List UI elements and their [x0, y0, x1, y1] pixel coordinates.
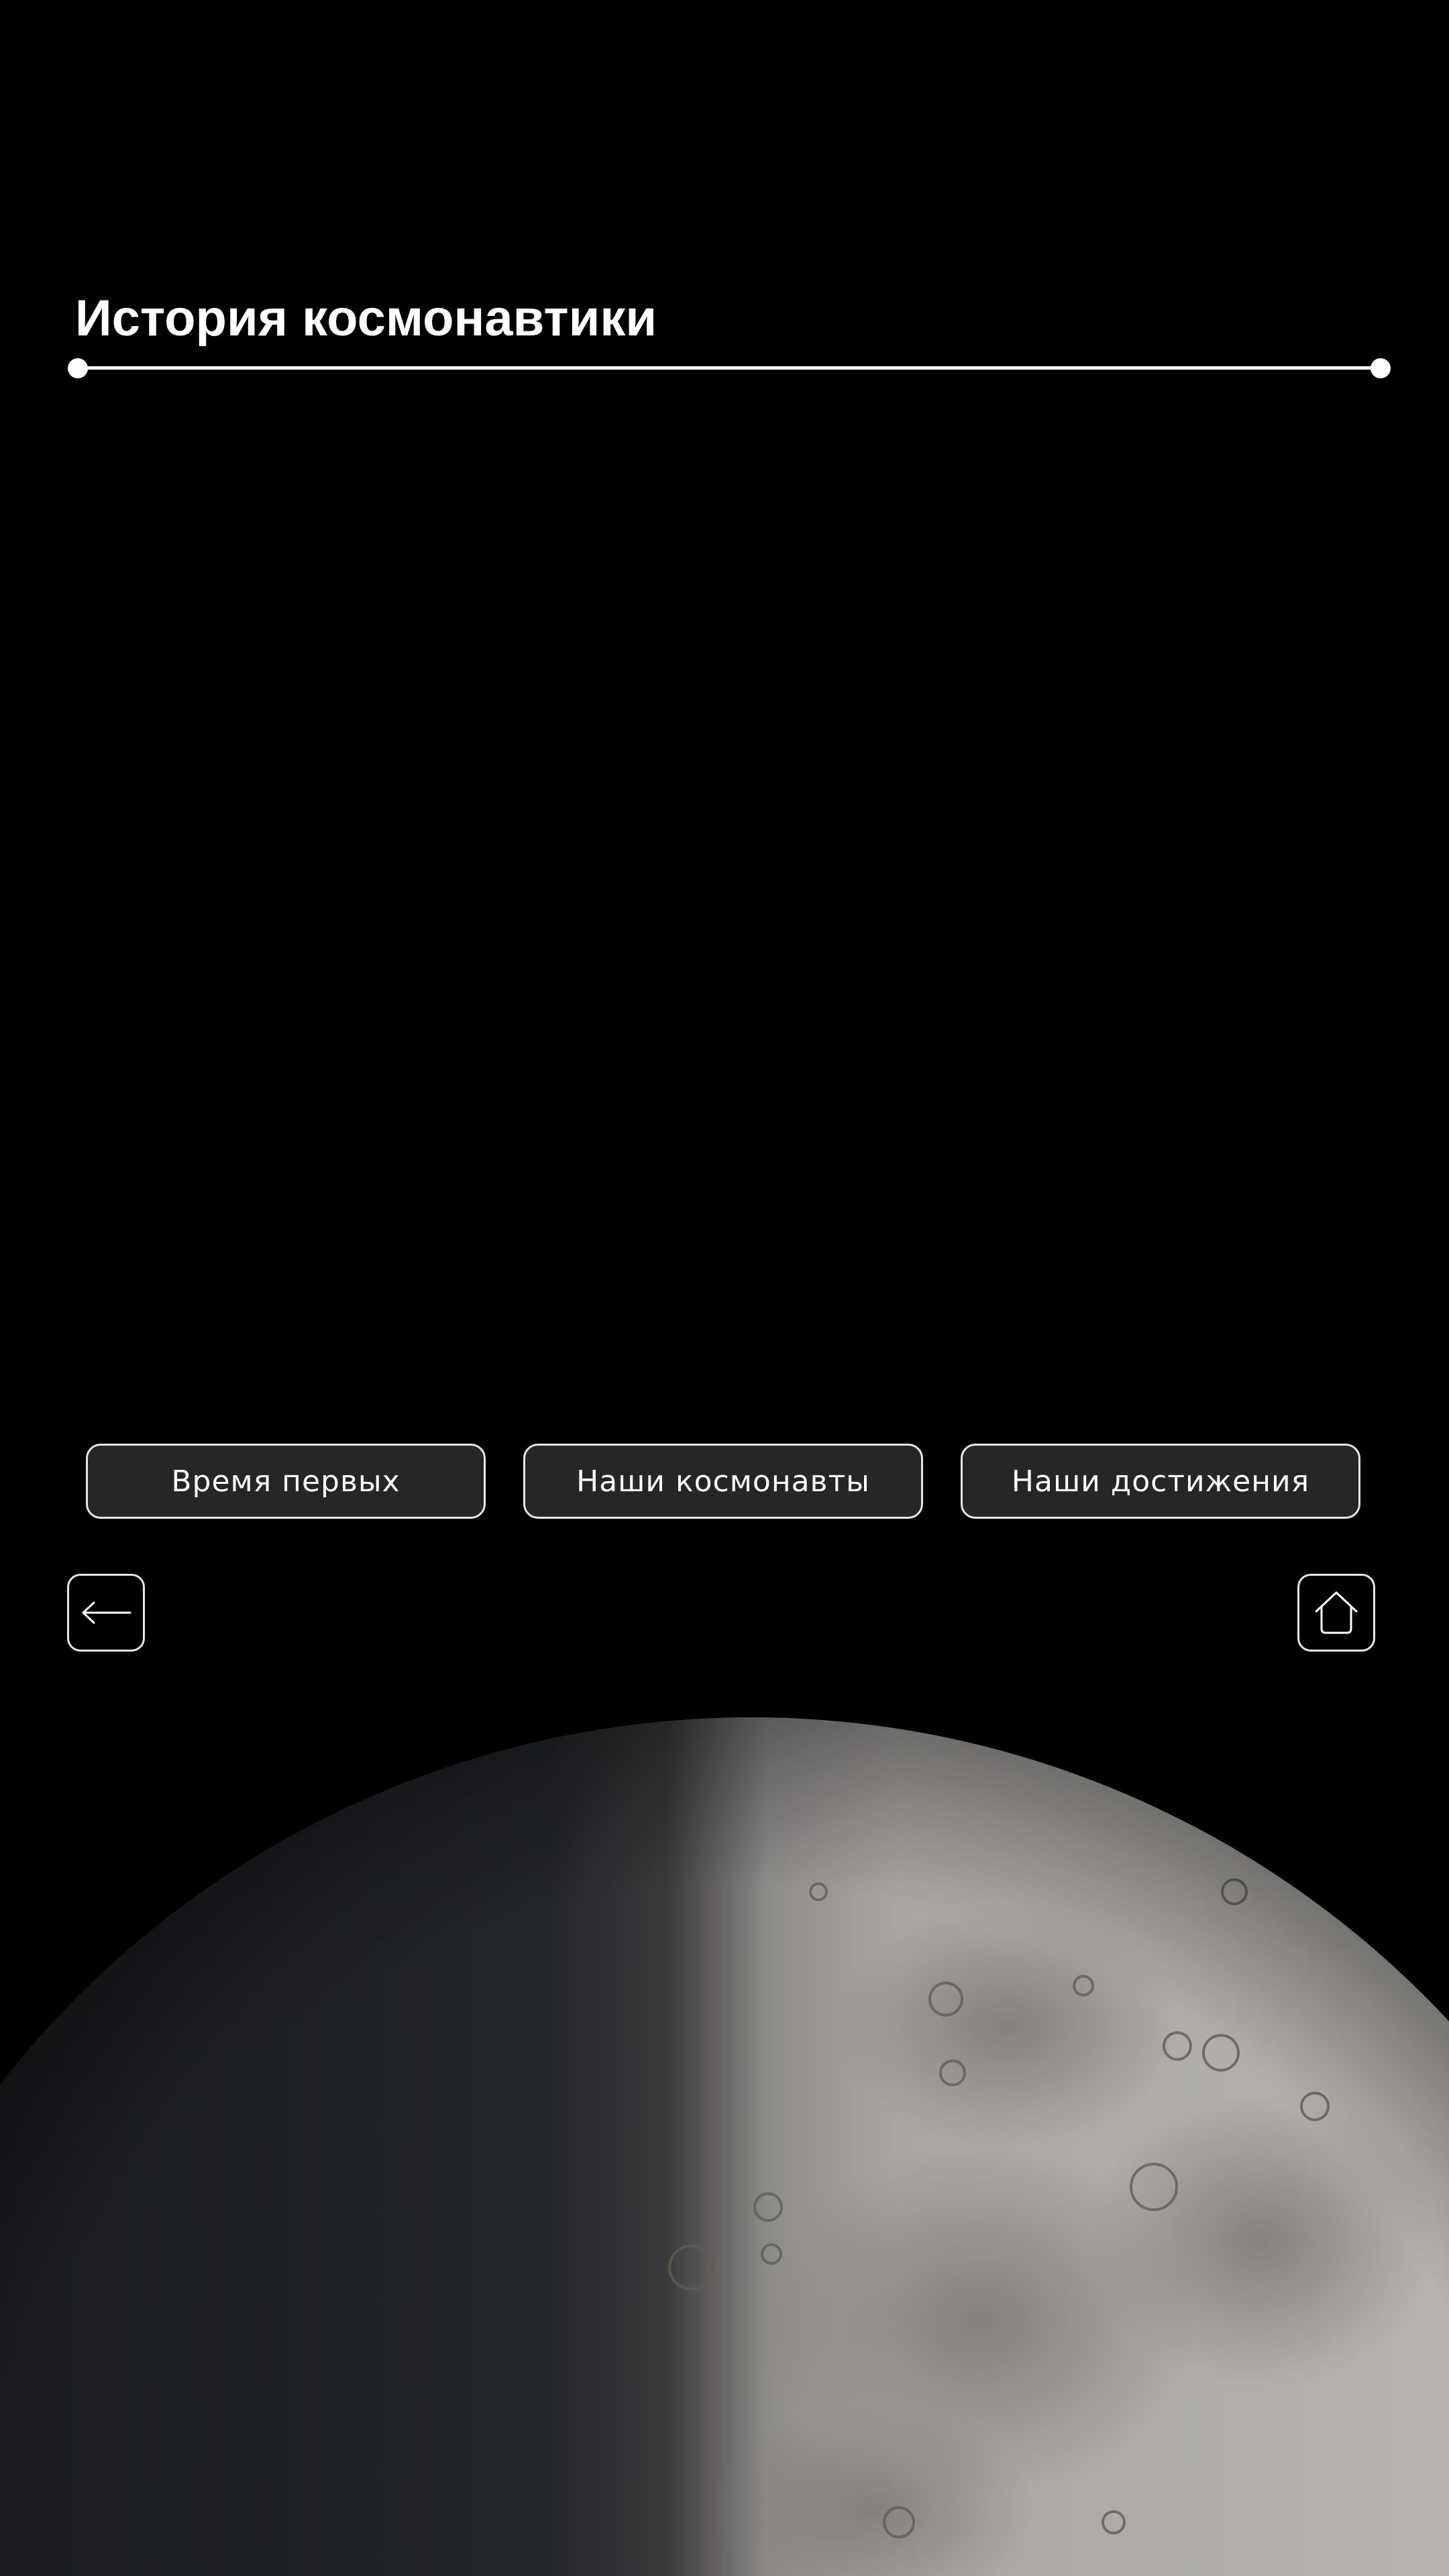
back-button[interactable]: [67, 1574, 145, 1652]
title-divider: [68, 358, 1391, 378]
nav-button-achievements[interactable]: Наши достижения: [961, 1444, 1360, 1519]
nav-button-first-time[interactable]: Время первых: [86, 1444, 486, 1519]
home-icon: [1315, 1591, 1358, 1634]
moon-image: [0, 1717, 1449, 2576]
nav-button-cosmonauts[interactable]: Наши космонавты: [523, 1444, 923, 1519]
home-button[interactable]: [1297, 1574, 1375, 1652]
divider-start-dot: [68, 358, 88, 378]
divider-end-dot: [1371, 358, 1391, 378]
arrow-left-icon: [82, 1601, 131, 1624]
section-nav: Время первых Наши космонавты Наши достиж…: [86, 1444, 1363, 1521]
page-title: История космонавтики: [75, 290, 657, 347]
